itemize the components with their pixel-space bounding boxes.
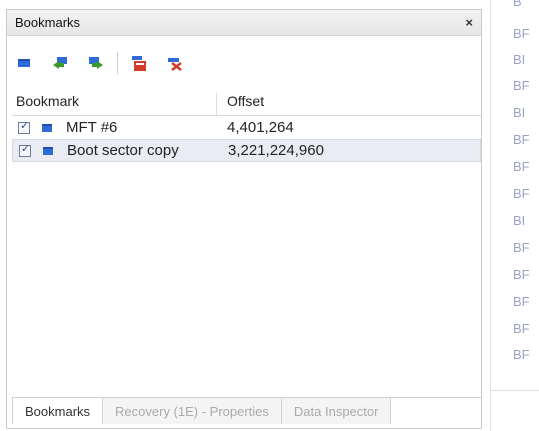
table-row[interactable]: ✓ MFT #6 4,401,264 (12, 116, 481, 139)
right-pane-item: BF (513, 186, 530, 201)
right-pane-item: BI (513, 52, 526, 67)
column-header-bookmark[interactable]: Bookmark (12, 93, 217, 115)
clear-bookmarks-button[interactable] (164, 52, 186, 74)
bookmarks-table-header: Bookmark Offset (12, 93, 481, 116)
right-pane-item: B (513, 0, 522, 9)
bookmarks-list: ✓ MFT #6 4,401,264 ✓ Boot sector copy 3,… (12, 116, 481, 162)
delete-bookmark-button[interactable] (128, 52, 150, 74)
bookmark-name: Boot sector copy (67, 142, 179, 159)
right-pane-item: BF (513, 294, 530, 309)
bookmark-icon (42, 123, 52, 132)
right-pane-item: BF (513, 26, 530, 41)
bookmark-cell: ✓ Boot sector copy (13, 142, 218, 159)
right-pane-item: BF (513, 321, 530, 336)
arrow-export-icon (89, 57, 103, 69)
right-pane-item: BF (513, 159, 530, 174)
right-pane-item: BF (513, 267, 530, 282)
delete-bookmark-icon (132, 56, 146, 71)
right-pane-item: BF (513, 132, 530, 147)
bookmark-checkbox[interactable]: ✓ (18, 119, 30, 134)
bookmark-icon (43, 146, 53, 155)
arrow-import-icon (53, 57, 67, 69)
tab-bookmarks[interactable]: Bookmarks (12, 398, 104, 424)
check-icon: ✓ (21, 142, 31, 155)
bookmarks-toolbar (7, 50, 481, 76)
panel-title: Bookmarks (15, 15, 81, 30)
right-pane-item: BI (513, 105, 526, 120)
table-row[interactable]: ✓ Boot sector copy 3,221,224,960 (12, 139, 481, 162)
bookmark-offset: 4,401,264 (227, 119, 294, 136)
right-pane: B BF BI BF BI BF BF BF BI BF BF BF BF BF (490, 0, 539, 431)
right-pane-item: BI (513, 213, 526, 228)
tab-recovery-properties[interactable]: Recovery (1E) - Properties (103, 398, 282, 424)
tab-data-inspector[interactable]: Data Inspector (281, 398, 392, 424)
close-icon[interactable]: × (465, 15, 473, 30)
bookmark-name: MFT #6 (66, 119, 118, 136)
panel-tabs: Bookmarks Recovery (1E) - Properties Dat… (12, 397, 481, 426)
check-icon: ✓ (20, 119, 30, 132)
add-bookmark-button[interactable] (13, 52, 35, 74)
bookmark-offset: 3,221,224,960 (228, 142, 324, 159)
bookmark-cell: ✓ MFT #6 (12, 119, 217, 136)
panel-header: Bookmarks × (7, 10, 481, 36)
bookmark-checkbox[interactable]: ✓ (19, 142, 31, 157)
right-pane-item: BF (513, 240, 530, 255)
toolbar-separator (117, 52, 118, 74)
export-bookmarks-button[interactable] (85, 52, 107, 74)
right-pane-item: BF (513, 347, 530, 362)
import-bookmarks-button[interactable] (49, 52, 71, 74)
column-header-offset[interactable]: Offset (217, 93, 264, 115)
bookmarks-panel: Bookmarks × Bookmark Offset ✓ MFT #6 4,4… (6, 9, 482, 429)
clear-all-icon (168, 58, 182, 71)
bookmark-icon (18, 59, 30, 67)
divider (491, 390, 539, 391)
right-pane-item: BF (513, 78, 530, 93)
